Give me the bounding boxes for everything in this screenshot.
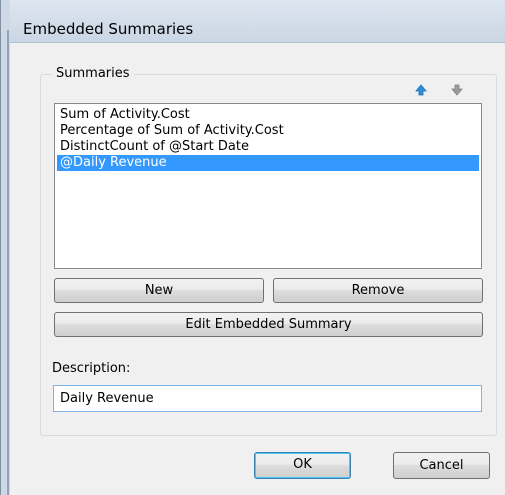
arrow-down-icon <box>451 84 463 96</box>
title-bar[interactable]: Embedded Summaries <box>10 0 505 42</box>
ok-button[interactable]: OK <box>254 452 351 479</box>
list-item[interactable]: @Daily Revenue <box>57 155 479 171</box>
summaries-group-label: Summaries <box>52 66 134 81</box>
remove-button[interactable]: Remove <box>273 278 483 303</box>
list-item[interactable]: Sum of Activity.Cost <box>57 107 479 123</box>
list-item[interactable]: DistinctCount of @Start Date <box>57 139 479 155</box>
move-down-button[interactable] <box>448 82 466 98</box>
description-label: Description: <box>52 361 131 376</box>
window-frame-edge <box>7 30 9 495</box>
cancel-button[interactable]: Cancel <box>393 452 490 479</box>
window-title: Embedded Summaries <box>23 20 194 38</box>
edit-embedded-summary-button[interactable]: Edit Embedded Summary <box>54 312 483 337</box>
window-left-frame <box>0 0 10 495</box>
embedded-summaries-dialog: Embedded Summaries Summaries Sum of Acti… <box>0 0 505 495</box>
list-item[interactable]: Percentage of Sum of Activity.Cost <box>57 123 479 139</box>
summaries-listbox[interactable]: Sum of Activity.Cost Percentage of Sum of… <box>54 103 482 269</box>
summaries-list: Sum of Activity.Cost Percentage of Sum of… <box>55 104 481 171</box>
dialog-client-area: Summaries Sum of Activity.Cost Percentage… <box>10 42 505 495</box>
new-button[interactable]: New <box>54 278 264 303</box>
description-input[interactable] <box>53 385 482 412</box>
move-up-button[interactable] <box>412 82 430 98</box>
arrow-up-icon <box>415 84 427 96</box>
